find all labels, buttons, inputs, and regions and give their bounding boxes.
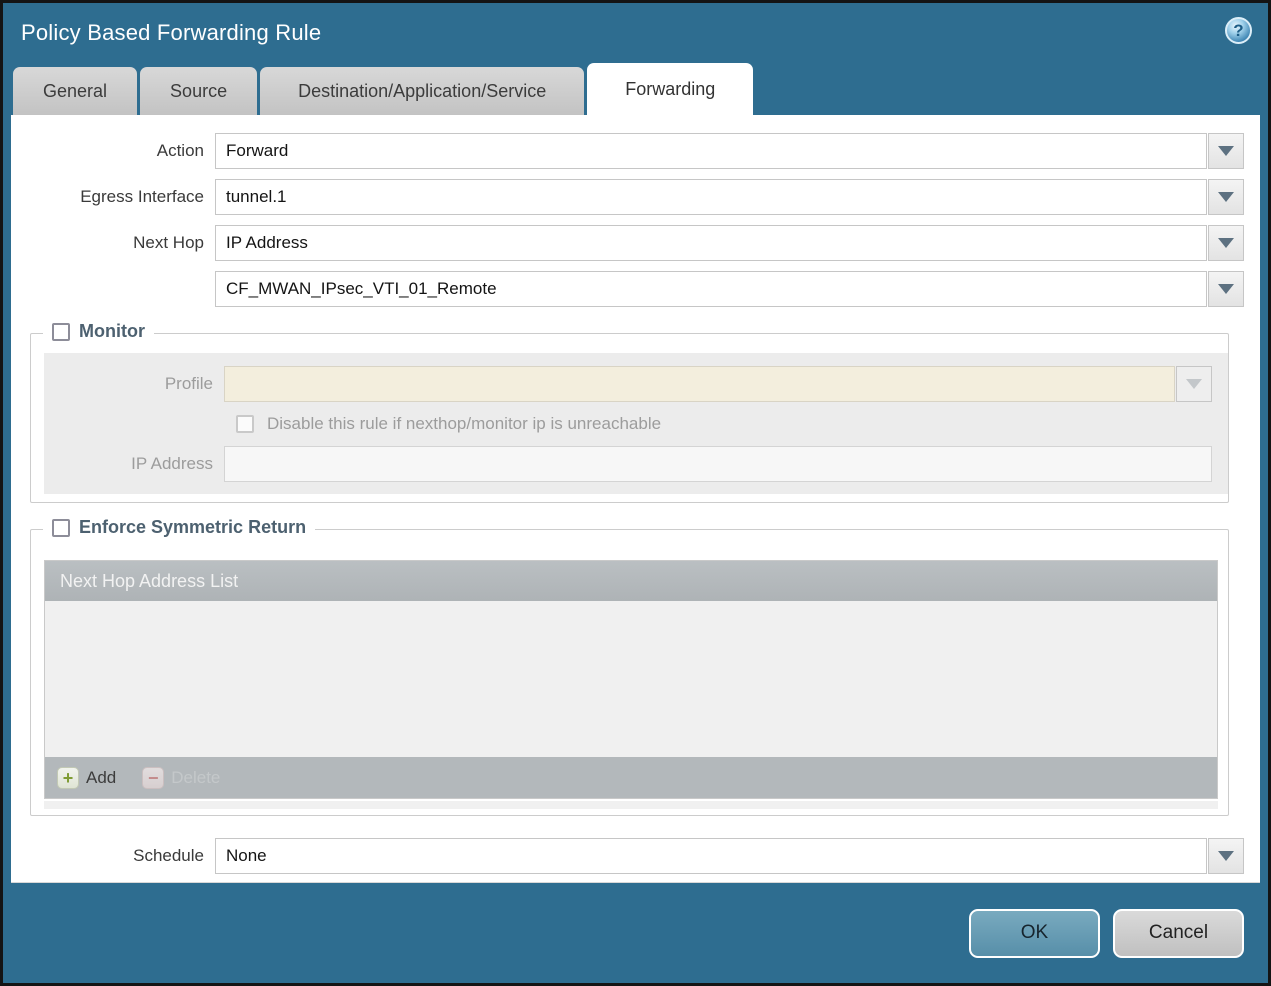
monitor-ip-address-combo	[224, 446, 1212, 482]
egress-interface-label: Egress Interface	[80, 187, 204, 206]
schedule-combo	[215, 838, 1244, 874]
profile-combo	[224, 366, 1212, 402]
ok-button[interactable]: OK	[969, 908, 1100, 958]
next-hop-address-list-toolbar: + Add − Delete	[45, 757, 1217, 798]
monitor-checkbox[interactable]	[52, 322, 70, 341]
monitor-panel: Profile Disable this rule if nexthop/mon…	[44, 353, 1228, 494]
next-hop-address-list-table: Next Hop Address List + Add − Delete	[44, 560, 1218, 799]
disable-rule-label: Disable this rule if nexthop/monitor ip …	[267, 414, 662, 433]
next-hop-address-row	[11, 271, 1244, 307]
profile-row: Profile	[44, 366, 1212, 402]
action-input[interactable]	[215, 133, 1207, 169]
monitor-ip-address-input	[224, 446, 1212, 482]
tab-destination-application-service[interactable]: Destination/Application/Service	[260, 67, 585, 115]
monitor-fieldset: Monitor Profile Disable this rule if nex…	[30, 321, 1229, 503]
monitor-ip-address-label: IP Address	[131, 454, 213, 473]
chevron-down-icon	[1186, 379, 1202, 389]
enforce-symmetric-return-fieldset: Enforce Symmetric Return Next Hop Addres…	[30, 517, 1229, 816]
dialog-footer: OK Cancel	[3, 883, 1268, 983]
chevron-down-icon	[1218, 284, 1234, 294]
title-bar: Policy Based Forwarding Rule ?	[3, 3, 1268, 63]
next-hop-dropdown-button[interactable]	[1208, 225, 1244, 261]
monitor-legend: Monitor	[43, 321, 154, 342]
next-hop-address-combo	[215, 271, 1244, 307]
schedule-label: Schedule	[133, 846, 204, 865]
add-button-label: Add	[86, 767, 117, 787]
add-button[interactable]: + Add	[57, 766, 117, 789]
enforce-legend-label: Enforce Symmetric Return	[79, 517, 307, 537]
egress-interface-row: Egress Interface	[11, 179, 1244, 215]
table-scrollbar-track[interactable]	[44, 801, 1218, 809]
chevron-down-icon	[1218, 146, 1234, 156]
egress-interface-input[interactable]	[215, 179, 1207, 215]
enforce-legend: Enforce Symmetric Return	[43, 517, 316, 538]
profile-dropdown-button	[1176, 366, 1212, 402]
profile-label: Profile	[164, 374, 213, 393]
next-hop-label: Next Hop	[133, 233, 204, 252]
tab-forwarding[interactable]: Forwarding	[587, 63, 754, 115]
action-label: Action	[156, 141, 204, 160]
disable-rule-row: Disable this rule if nexthop/monitor ip …	[44, 414, 1212, 434]
delete-button: − Delete	[142, 766, 221, 789]
egress-interface-combo	[215, 179, 1244, 215]
tab-general[interactable]: General	[13, 67, 138, 115]
next-hop-combo	[215, 225, 1244, 261]
chevron-down-icon	[1218, 238, 1234, 248]
help-icon[interactable]: ?	[1225, 17, 1252, 44]
next-hop-address-list-header: Next Hop Address List	[45, 561, 1217, 601]
chevron-down-icon	[1218, 192, 1234, 202]
disable-rule-checkbox	[236, 415, 254, 433]
enforce-symmetric-return-checkbox[interactable]	[52, 518, 70, 537]
profile-input	[224, 366, 1175, 402]
next-hop-row: Next Hop	[11, 225, 1244, 261]
tab-bar: General Source Destination/Application/S…	[3, 63, 1268, 115]
add-icon: +	[57, 766, 79, 789]
schedule-dropdown-button[interactable]	[1208, 838, 1244, 874]
delete-icon: −	[142, 766, 165, 789]
action-dropdown-button[interactable]	[1208, 133, 1244, 169]
egress-interface-dropdown-button[interactable]	[1208, 179, 1244, 215]
schedule-input[interactable]	[215, 838, 1207, 874]
monitor-legend-label: Monitor	[79, 321, 145, 341]
delete-button-label: Delete	[171, 767, 221, 787]
monitor-ip-address-row: IP Address	[44, 446, 1212, 482]
dialog-title: Policy Based Forwarding Rule	[21, 20, 322, 45]
next-hop-address-dropdown-button[interactable]	[1208, 271, 1244, 307]
cancel-button[interactable]: Cancel	[1113, 908, 1244, 958]
next-hop-type-input[interactable]	[215, 225, 1207, 261]
action-combo	[215, 133, 1244, 169]
action-row: Action	[11, 133, 1244, 169]
policy-based-forwarding-dialog: Policy Based Forwarding Rule ? General S…	[0, 0, 1271, 986]
schedule-row: Schedule	[11, 838, 1244, 874]
tab-source[interactable]: Source	[140, 67, 258, 115]
next-hop-address-input[interactable]	[215, 271, 1207, 307]
forwarding-tab-content: Action Egress Interface Next Hop	[11, 115, 1260, 883]
chevron-down-icon	[1218, 851, 1234, 861]
next-hop-address-list-body[interactable]	[45, 601, 1217, 757]
